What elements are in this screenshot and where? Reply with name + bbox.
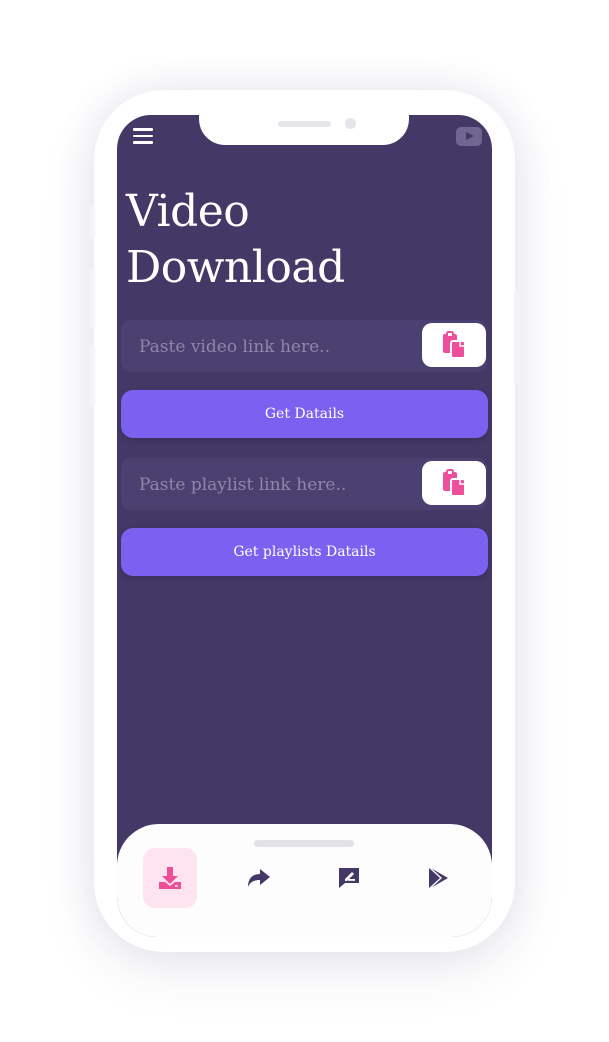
playlist-link-input[interactable] [137, 458, 421, 512]
nav-item-share[interactable] [232, 848, 286, 908]
get-playlist-details-button[interactable]: Get playlists Datails [121, 528, 488, 576]
feedback-icon [339, 868, 359, 888]
get-playlist-details-button-label: Get playlists Datails [233, 544, 376, 560]
get-details-button[interactable]: Get Datails [121, 390, 488, 438]
nav-item-feedback[interactable] [322, 848, 376, 908]
paste-video-link-button[interactable] [422, 323, 486, 367]
page-title-line-2: Download [126, 242, 345, 293]
home-indicator [254, 840, 354, 847]
page-title: Video Download [126, 184, 466, 296]
get-details-button-label: Get Datails [264, 406, 345, 422]
clipboard-paste-icon [443, 469, 466, 497]
page-title-line-1: Video [126, 186, 250, 237]
phone-side-button [514, 290, 520, 385]
nav-item-play-store[interactable] [411, 848, 465, 908]
phone-speaker [278, 121, 331, 127]
phone-side-button [89, 206, 95, 238]
hamburger-menu-icon[interactable] [133, 128, 153, 144]
phone-side-button [89, 346, 95, 406]
playlist-link-field [121, 458, 487, 512]
video-link-input[interactable] [137, 320, 421, 374]
paste-playlist-link-button[interactable] [422, 461, 486, 505]
youtube-icon[interactable] [456, 127, 482, 146]
play-store-icon [428, 866, 448, 890]
phone-camera [345, 118, 356, 129]
clipboard-paste-icon [443, 331, 466, 359]
video-link-field [121, 320, 487, 374]
nav-item-download[interactable] [143, 848, 197, 908]
phone-side-button [89, 268, 95, 328]
download-icon [159, 867, 181, 889]
share-icon [248, 869, 270, 887]
